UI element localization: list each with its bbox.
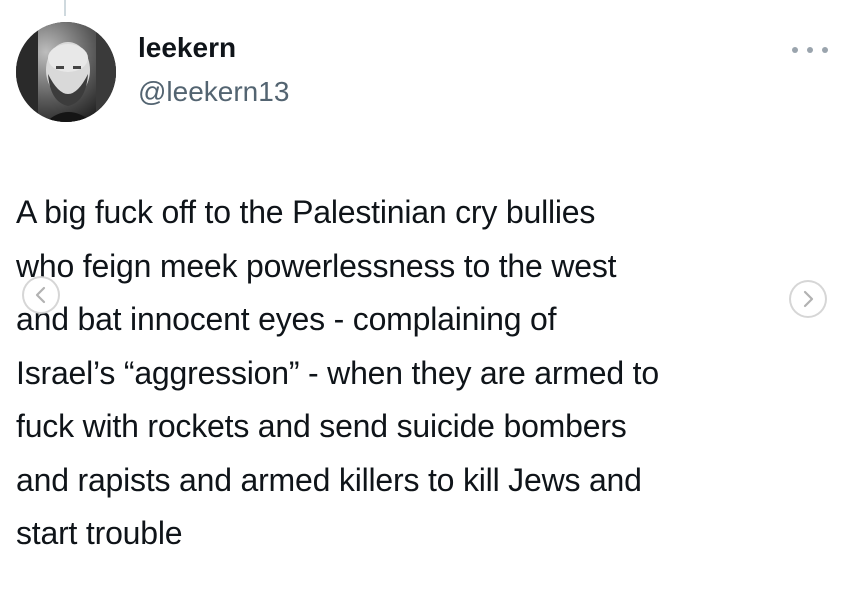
thread-connector-line: [64, 0, 66, 16]
tweet-text-line: who feign meek powerlessness to the west: [16, 247, 617, 284]
author-handle[interactable]: @leekern13: [138, 75, 289, 109]
more-dot: [822, 47, 828, 53]
tweet-text-line: Israel’s “aggression” - when they are ar…: [16, 354, 659, 391]
more-horizontal-icon[interactable]: [792, 44, 828, 56]
next-slide-button[interactable]: [789, 280, 827, 318]
tweet-text-line: start trouble: [16, 515, 183, 551]
chevron-right-icon: [803, 290, 814, 308]
chevron-left-icon: [35, 286, 46, 304]
avatar[interactable]: [16, 22, 116, 122]
tweet-text-line: and rapists and armed killers to kill Je…: [16, 461, 642, 498]
tweet-text: A big fuck off to the Palestinian cry bu…: [16, 186, 834, 561]
avatar-photo: [16, 22, 116, 122]
previous-slide-button[interactable]: [22, 276, 60, 314]
more-dot: [792, 47, 798, 53]
tweet-text-line: fuck with rockets and send suicide bombe…: [16, 408, 627, 444]
tweet-text-line: and bat innocent eyes - complaining of: [16, 301, 557, 337]
more-dot: [807, 47, 813, 53]
tweet-text-line: A big fuck off to the Palestinian cry bu…: [16, 194, 596, 230]
author-display-name[interactable]: leekern: [138, 31, 236, 65]
